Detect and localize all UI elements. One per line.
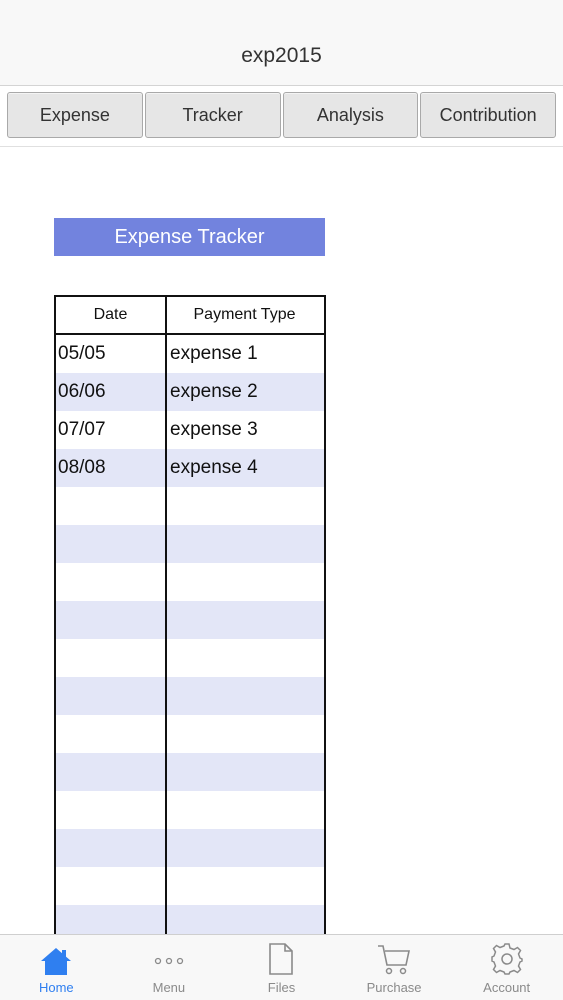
expense-table: Date Payment Type 05/05 expense 1 06/06 … [54, 295, 326, 935]
cell-date[interactable] [56, 753, 167, 791]
table-body: 05/05 expense 1 06/06 expense 2 07/07 ex… [56, 335, 324, 935]
table-row[interactable] [56, 525, 324, 563]
tabbar-files[interactable]: Files [225, 935, 338, 1000]
cell-date[interactable] [56, 601, 167, 639]
table-row[interactable]: 07/07 expense 3 [56, 411, 324, 449]
table-row[interactable] [56, 487, 324, 525]
tabbar-label: Home [38, 980, 74, 995]
cell-date[interactable] [56, 487, 167, 525]
table-row[interactable]: 05/05 expense 1 [56, 335, 324, 373]
gear-icon [490, 943, 523, 975]
column-divider [165, 297, 167, 935]
cart-icon [378, 945, 411, 975]
cell-payment-type[interactable] [167, 867, 324, 905]
table-row[interactable] [56, 601, 324, 639]
cell-date[interactable]: 06/06 [56, 373, 167, 411]
cell-date[interactable] [56, 829, 167, 867]
cell-payment-type[interactable] [167, 715, 324, 753]
bottom-tab-bar: Home Menu Files Purchase Account [0, 934, 563, 1000]
cell-payment-type[interactable] [167, 525, 324, 563]
table-row[interactable] [56, 715, 324, 753]
cell-date[interactable] [56, 563, 167, 601]
cell-date[interactable]: 07/07 [56, 411, 167, 449]
cell-date[interactable] [56, 905, 167, 935]
cell-payment-type[interactable] [167, 791, 324, 829]
cell-date[interactable] [56, 867, 167, 905]
table-row[interactable] [56, 867, 324, 905]
column-header-payment-type: Payment Type [193, 306, 296, 323]
cell-payment-type[interactable] [167, 905, 324, 935]
more-icon [154, 957, 184, 965]
table-row[interactable] [56, 563, 324, 601]
divider [0, 146, 563, 147]
cell-payment-type[interactable] [167, 639, 324, 677]
cell-date[interactable]: 05/05 [56, 335, 167, 373]
tabbar-account[interactable]: Account [450, 935, 563, 1000]
tabbar-home[interactable]: Home [0, 935, 113, 1000]
tabbar-purchase[interactable]: Purchase [338, 935, 451, 1000]
tabbar-menu[interactable]: Menu [113, 935, 226, 1000]
cell-payment-type[interactable] [167, 677, 324, 715]
cell-payment-type[interactable]: expense 3 [167, 411, 324, 449]
segment-tabs: Expense Tracker Analysis Contribution [6, 92, 557, 139]
table-row[interactable] [56, 639, 324, 677]
table-row[interactable] [56, 677, 324, 715]
column-header-date: Date [93, 306, 128, 323]
table-row[interactable]: 08/08 expense 4 [56, 449, 324, 487]
cell-payment-type[interactable] [167, 753, 324, 791]
tab-analysis[interactable]: Analysis [282, 92, 419, 138]
cell-payment-type[interactable] [167, 487, 324, 525]
table-row[interactable] [56, 753, 324, 791]
tab-tracker[interactable]: Tracker [144, 92, 281, 138]
cell-payment-type[interactable] [167, 829, 324, 867]
cell-date[interactable] [56, 677, 167, 715]
cell-payment-type[interactable]: expense 1 [167, 335, 324, 373]
tabbar-label: Account [483, 980, 531, 995]
table-row[interactable] [56, 829, 324, 867]
tabbar-label: Purchase [366, 980, 422, 995]
cell-payment-type[interactable]: expense 4 [167, 449, 324, 487]
cell-date[interactable] [56, 639, 167, 677]
tabbar-label: Files [267, 980, 296, 995]
table-row[interactable] [56, 905, 324, 935]
cell-date[interactable] [56, 525, 167, 563]
cell-payment-type[interactable] [167, 563, 324, 601]
table-header: Date Payment Type [56, 297, 324, 335]
page-title: exp2015 [241, 44, 322, 67]
cell-date[interactable]: 08/08 [56, 449, 167, 487]
table-row[interactable]: 06/06 expense 2 [56, 373, 324, 411]
tab-expense[interactable]: Expense [7, 92, 143, 138]
tabbar-label: Menu [152, 980, 186, 995]
sheet-banner: Expense Tracker [54, 218, 325, 256]
cell-date[interactable] [56, 715, 167, 753]
home-icon [41, 948, 72, 975]
cell-payment-type[interactable]: expense 2 [167, 373, 324, 411]
nav-bar: exp2015 [0, 0, 563, 86]
file-icon [269, 943, 294, 975]
cell-date[interactable] [56, 791, 167, 829]
cell-payment-type[interactable] [167, 601, 324, 639]
tab-contribution[interactable]: Contribution [420, 92, 556, 138]
table-row[interactable] [56, 791, 324, 829]
